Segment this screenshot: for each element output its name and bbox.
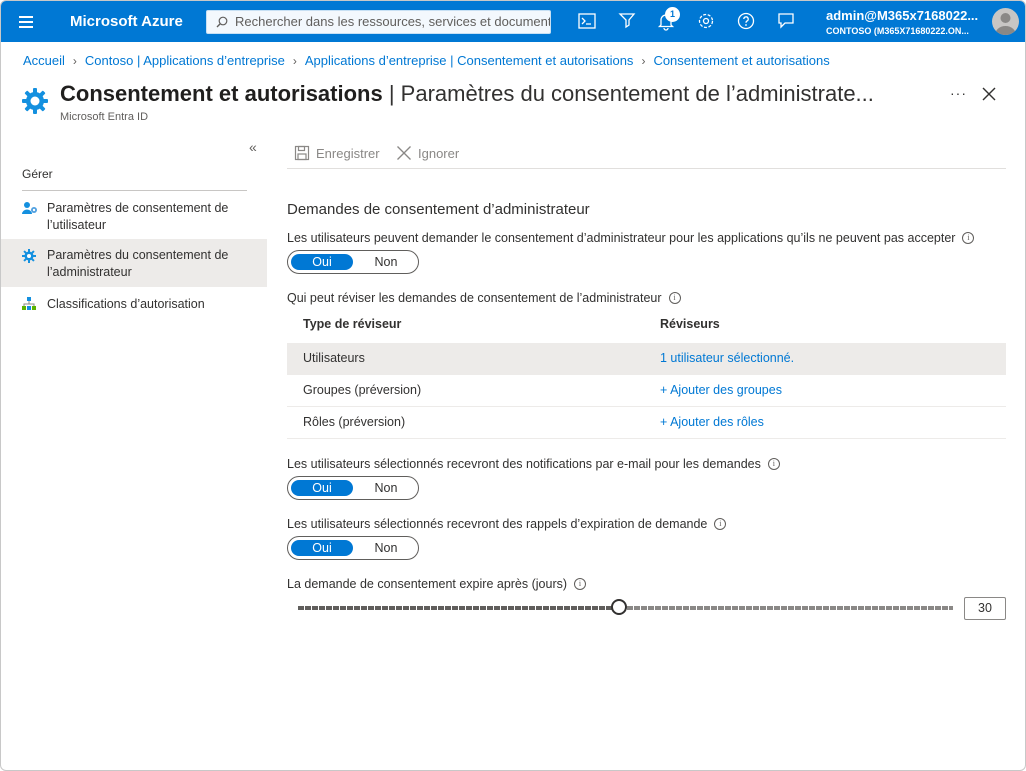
breadcrumb: Accueil › Contoso | Applications d’entre… <box>23 53 830 68</box>
chevron-right-icon: › <box>72 53 77 68</box>
hierarchy-icon <box>22 297 36 310</box>
command-bar: Enregistrer Ignorer <box>287 139 1006 169</box>
menu-icon[interactable] <box>9 7 43 37</box>
question-label: La demande de consentement expire après … <box>287 577 568 591</box>
column-header-type: Type de réviseur <box>303 317 402 331</box>
expiry-slider-fill <box>298 606 619 610</box>
question-label: Les utilisateurs sélectionnés recevront … <box>287 457 761 471</box>
page-title: Consentement et autorisations | Paramètr… <box>60 81 874 107</box>
settings-icon[interactable] <box>696 11 716 31</box>
account-name[interactable]: admin@M365x7168022... <box>826 8 978 23</box>
expiry-slider-thumb[interactable] <box>611 599 627 615</box>
table-row[interactable]: Utilisateurs 1 utilisateur sélectionné. <box>287 343 1006 375</box>
directory-filter-icon[interactable] <box>617 11 637 31</box>
toggle-option-no[interactable]: Non <box>355 480 417 496</box>
toggle-expiry-reminders[interactable]: Oui Non <box>287 536 419 560</box>
page-subtitle: Microsoft Entra ID <box>60 111 149 123</box>
breadcrumb-enterprise-apps[interactable]: Applications d’entreprise | Consentement… <box>305 53 634 68</box>
discard-button[interactable]: Ignorer <box>396 145 459 161</box>
search-placeholder: Rechercher dans les ressources, services… <box>235 14 550 29</box>
page-title-rest: | Paramètres du consentement de l’admini… <box>382 81 874 106</box>
search-input[interactable]: Rechercher dans les ressources, services… <box>206 10 551 34</box>
reviewers-link[interactable]: 1 utilisateur sélectionné. <box>660 351 794 365</box>
top-bar: Microsoft Azure Rechercher dans les ress… <box>1 1 1025 42</box>
toggle-option-yes[interactable]: Oui <box>291 254 353 270</box>
info-icon[interactable]: i <box>767 458 780 470</box>
brand-label[interactable]: Microsoft Azure <box>70 13 183 30</box>
sidebar-item-label: Paramètres du consentement de l’administ… <box>47 248 229 279</box>
help-icon[interactable] <box>736 11 756 31</box>
table-row[interactable]: Rôles (préversion) + Ajouter des rôles <box>287 407 1006 439</box>
toggle-email-notifications[interactable]: Oui Non <box>287 476 419 500</box>
close-icon[interactable] <box>981 86 997 102</box>
users-gear-icon <box>22 202 37 214</box>
toggle-option-yes[interactable]: Oui <box>291 540 353 556</box>
gear-icon <box>22 249 36 263</box>
sidebar-item-admin-consent[interactable]: Paramètres du consentement de l’administ… <box>1 239 267 287</box>
toggle-request-consent[interactable]: Oui Non <box>287 250 419 274</box>
toggle-option-yes[interactable]: Oui <box>291 480 353 496</box>
info-icon[interactable]: i <box>574 578 587 590</box>
search-icon <box>216 16 228 28</box>
chevron-right-icon: › <box>292 53 297 68</box>
reviewer-type: Utilisateurs <box>303 351 365 365</box>
save-button[interactable]: Enregistrer <box>294 145 380 161</box>
section-title: Demandes de consentement d’administrateu… <box>287 201 590 218</box>
question-label: Qui peut réviser les demandes de consent… <box>287 291 662 305</box>
close-icon <box>397 146 411 160</box>
question-email-notifications: Les utilisateurs sélectionnés recevront … <box>287 457 780 471</box>
reviewer-type: Rôles (préversion) <box>303 415 406 429</box>
app-window: Microsoft Azure Rechercher dans les ress… <box>0 0 1026 771</box>
gear-icon <box>22 88 48 114</box>
more-options-icon[interactable]: ··· <box>950 85 967 101</box>
cloud-shell-icon[interactable] <box>577 11 597 31</box>
info-icon[interactable]: i <box>668 292 681 304</box>
reviewer-type: Groupes (préversion) <box>303 383 422 397</box>
info-icon[interactable]: i <box>962 232 975 244</box>
question-expiry-reminders: Les utilisateurs sélectionnés recevront … <box>287 517 727 531</box>
chevron-right-icon: › <box>641 53 646 68</box>
toggle-option-no[interactable]: Non <box>355 540 417 556</box>
question-label: Les utilisateurs sélectionnés recevront … <box>287 517 708 531</box>
notification-badge: 1 <box>665 7 680 22</box>
sidebar-heading: Gérer <box>22 167 53 181</box>
breadcrumb-contoso[interactable]: Contoso | Applications d’entreprise <box>85 53 285 68</box>
toggle-option-no[interactable]: Non <box>355 254 417 270</box>
question-label: Les utilisateurs peuvent demander le con… <box>287 231 956 245</box>
question-expiry-days: La demande de consentement expire après … <box>287 577 587 591</box>
sidebar-item-label: Classifications d’autorisation <box>47 297 205 311</box>
avatar[interactable] <box>992 8 1019 35</box>
discard-label: Ignorer <box>418 145 460 161</box>
sidebar-item-user-consent[interactable]: Paramètres de consentement de l’utilisat… <box>1 198 267 238</box>
sidebar-divider <box>22 190 247 191</box>
breadcrumb-consent[interactable]: Consentement et autorisations <box>653 53 829 68</box>
sidebar-item-label: Paramètres de consentement de l’utilisat… <box>47 201 229 232</box>
question-reviewers: Qui peut réviser les demandes de consent… <box>287 291 681 305</box>
save-label: Enregistrer <box>316 145 380 161</box>
info-icon[interactable]: i <box>714 518 727 530</box>
feedback-icon[interactable] <box>776 11 796 31</box>
save-icon <box>294 145 310 161</box>
add-groups-link[interactable]: + Ajouter des groupes <box>660 383 782 397</box>
question-request-consent: Les utilisateurs peuvent demander le con… <box>287 231 975 245</box>
page-title-bold: Consentement et autorisations <box>60 81 383 106</box>
person-icon <box>995 13 1016 35</box>
collapse-sidebar-icon[interactable]: « <box>249 139 257 155</box>
add-roles-link[interactable]: + Ajouter des rôles <box>660 415 764 429</box>
breadcrumb-home[interactable]: Accueil <box>23 53 65 68</box>
expiry-slider-rest <box>627 606 953 610</box>
account-tenant[interactable]: CONTOSO (M365X71680222.ON... <box>826 26 969 36</box>
expiry-days-input[interactable]: 30 <box>964 597 1006 620</box>
sidebar-item-permission-classifications[interactable]: Classifications d’autorisation <box>1 296 267 316</box>
table-row[interactable]: Groupes (préversion) + Ajouter des group… <box>287 375 1006 407</box>
column-header-reviewers: Réviseurs <box>660 317 720 331</box>
